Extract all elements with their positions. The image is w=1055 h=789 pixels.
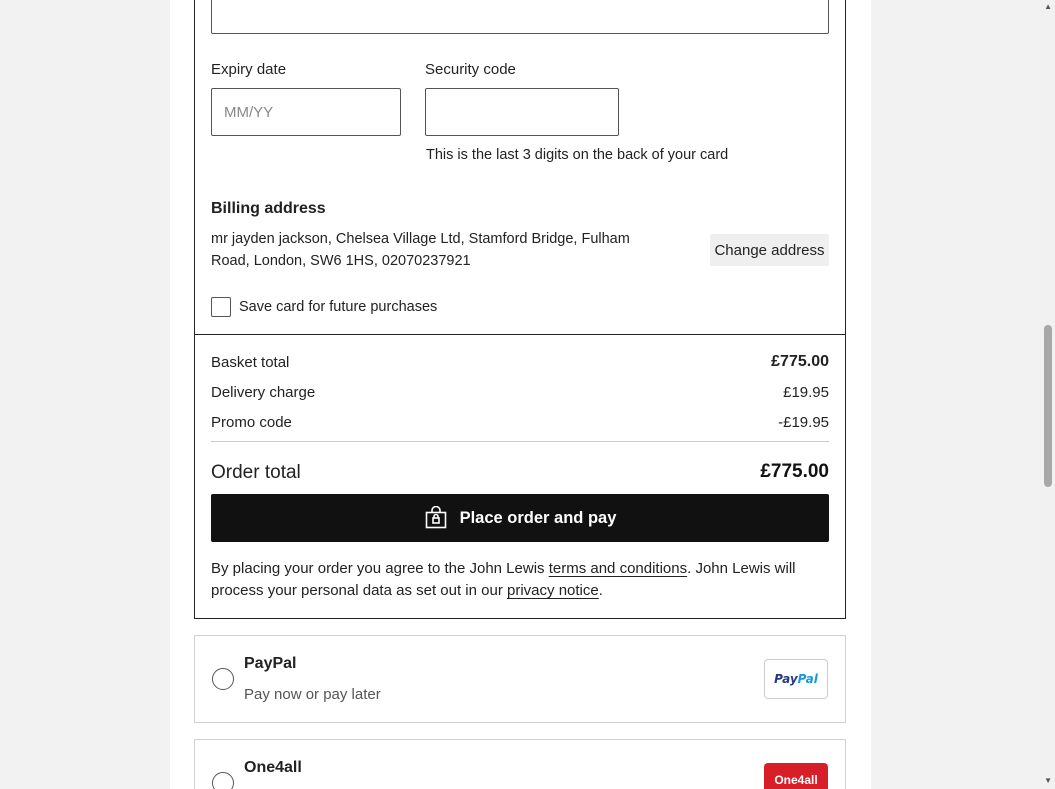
shopping-bag-lock-icon	[424, 506, 448, 530]
one4all-title: One4all	[244, 759, 302, 776]
promo-code-label: Promo code	[211, 414, 292, 431]
save-card-label: Save card for future purchases	[239, 299, 438, 315]
summary-divider	[211, 441, 829, 442]
security-code-input[interactable]	[425, 88, 619, 136]
scrollbar-thumb[interactable]	[1044, 325, 1052, 487]
delivery-charge-value: £19.95	[783, 384, 829, 401]
card-number-input[interactable]	[211, 0, 829, 34]
security-code-label: Security code	[425, 61, 516, 78]
basket-total-label: Basket total	[211, 354, 290, 371]
expiry-date-input[interactable]	[211, 88, 401, 136]
security-code-hint: This is the last 3 digits on the back of…	[426, 147, 729, 163]
paypal-subtitle: Pay now or pay later	[244, 686, 381, 703]
paypal-radio[interactable]	[212, 668, 234, 690]
basket-total-value: £775.00	[771, 353, 829, 370]
billing-address-line1: mr jayden jackson, Chelsea Village Ltd, …	[211, 231, 630, 247]
billing-address-heading: Billing address	[211, 200, 326, 217]
billing-address-line2: Road, London, SW6 1HS, 02070237921	[211, 253, 471, 269]
paypal-title: PayPal	[244, 655, 297, 672]
change-address-button[interactable]: Change address	[710, 234, 829, 266]
legal-text-1: By placing your order you agree to the J…	[211, 560, 549, 577]
place-order-label: Place order and pay	[459, 508, 617, 527]
paypal-option[interactable]: PayPal Pay now or pay later Pay Pal	[194, 635, 846, 723]
legal-text-3: .	[598, 582, 603, 599]
panel-divider	[194, 334, 846, 335]
scroll-down-icon[interactable]: ▼	[1044, 776, 1052, 785]
privacy-notice-link[interactable]: privacy notice	[507, 582, 599, 599]
order-total-value: £775.00	[760, 461, 829, 482]
terms-and-conditions-link[interactable]: terms and conditions	[549, 560, 687, 577]
one4all-radio[interactable]	[212, 772, 234, 789]
one4all-logo-icon: One4all	[764, 763, 828, 789]
save-card-checkbox[interactable]	[211, 297, 231, 317]
promo-code-value: -£19.95	[778, 414, 829, 431]
one4all-option[interactable]: One4all One4all	[194, 739, 846, 789]
legal-notice: By placing your order you agree to the J…	[211, 558, 811, 602]
delivery-charge-label: Delivery charge	[211, 384, 316, 401]
place-order-button[interactable]: Place order and pay	[211, 494, 829, 542]
expiry-label: Expiry date	[211, 61, 287, 78]
scroll-up-icon[interactable]: ▲	[1044, 2, 1052, 11]
order-total-label: Order total	[211, 462, 301, 483]
paypal-logo-icon: Pay Pal	[764, 659, 828, 699]
